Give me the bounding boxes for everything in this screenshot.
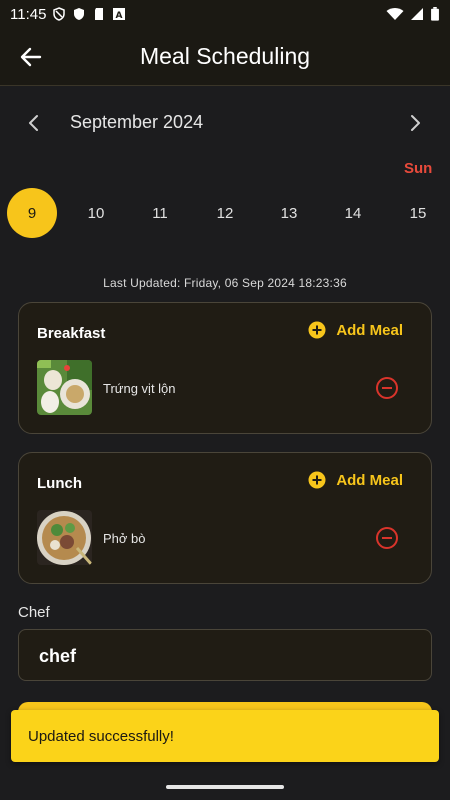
page-title: Meal Scheduling	[139, 43, 311, 69]
month-label: September 2024	[70, 112, 204, 132]
meal-item-name: Phở bò	[103, 531, 146, 546]
pho-photo	[37, 510, 92, 565]
status-time: 11:45	[10, 5, 47, 23]
date-item[interactable]: 12	[200, 188, 250, 238]
shield-alert-icon	[53, 7, 66, 21]
date-item[interactable]: 10	[71, 188, 121, 238]
meal-item-name: Trứng vịt lộn	[103, 381, 176, 396]
add-meal-label: Add Meal	[336, 471, 403, 489]
last-updated-text: Last Updated: Friday, 06 Sep 2024 18:23:…	[103, 276, 347, 290]
date-item[interactable]: 9	[7, 188, 57, 238]
battery-icon	[431, 7, 439, 21]
signal-icon	[411, 8, 423, 20]
chevron-left-icon[interactable]	[24, 113, 44, 133]
font-a-icon: A	[113, 8, 126, 21]
shield-icon	[74, 8, 85, 20]
status-right	[386, 7, 440, 21]
meal-section-title: Breakfast	[37, 325, 106, 342]
remove-circle-icon[interactable]	[375, 376, 399, 400]
add-meal-button[interactable]: Add Meal	[308, 321, 403, 339]
chevron-right-icon[interactable]	[405, 113, 425, 133]
month-navigation: September 2024	[0, 104, 450, 142]
svg-text:A: A	[116, 11, 123, 21]
status-bar: 11:45 A	[0, 0, 450, 28]
arrow-back-icon[interactable]	[18, 44, 44, 70]
add-circle-icon	[308, 321, 326, 339]
snackbar: Updated successfully!	[11, 710, 439, 762]
meal-section-title: Lunch	[37, 475, 82, 492]
chef-label: Chef	[18, 604, 50, 621]
chef-field[interactable]: chef	[18, 629, 432, 681]
add-meal-button[interactable]: Add Meal	[308, 471, 403, 489]
date-item[interactable]: 11	[135, 188, 185, 238]
wifi-icon	[386, 8, 404, 20]
status-left: 11:45 A	[10, 6, 126, 23]
balut-photo	[37, 360, 92, 415]
meal-card-lunch: Lunch Add Meal Phở bò	[18, 452, 432, 584]
date-item[interactable]: 15	[393, 188, 443, 238]
meal-image	[37, 360, 92, 415]
meal-card-breakfast: Breakfast Add Meal Trứng vịt lộn	[18, 302, 432, 434]
date-item[interactable]: 13	[264, 188, 314, 238]
add-circle-icon	[308, 471, 326, 489]
add-meal-label: Add Meal	[336, 321, 403, 339]
gesture-handle[interactable]	[166, 785, 284, 789]
meal-image	[37, 510, 92, 565]
day-name-sunday: Sun	[404, 160, 433, 177]
remove-circle-icon[interactable]	[375, 526, 399, 550]
date-item[interactable]: 14	[328, 188, 378, 238]
sd-card-icon	[95, 8, 104, 20]
app-bar: Meal Scheduling	[0, 28, 450, 86]
